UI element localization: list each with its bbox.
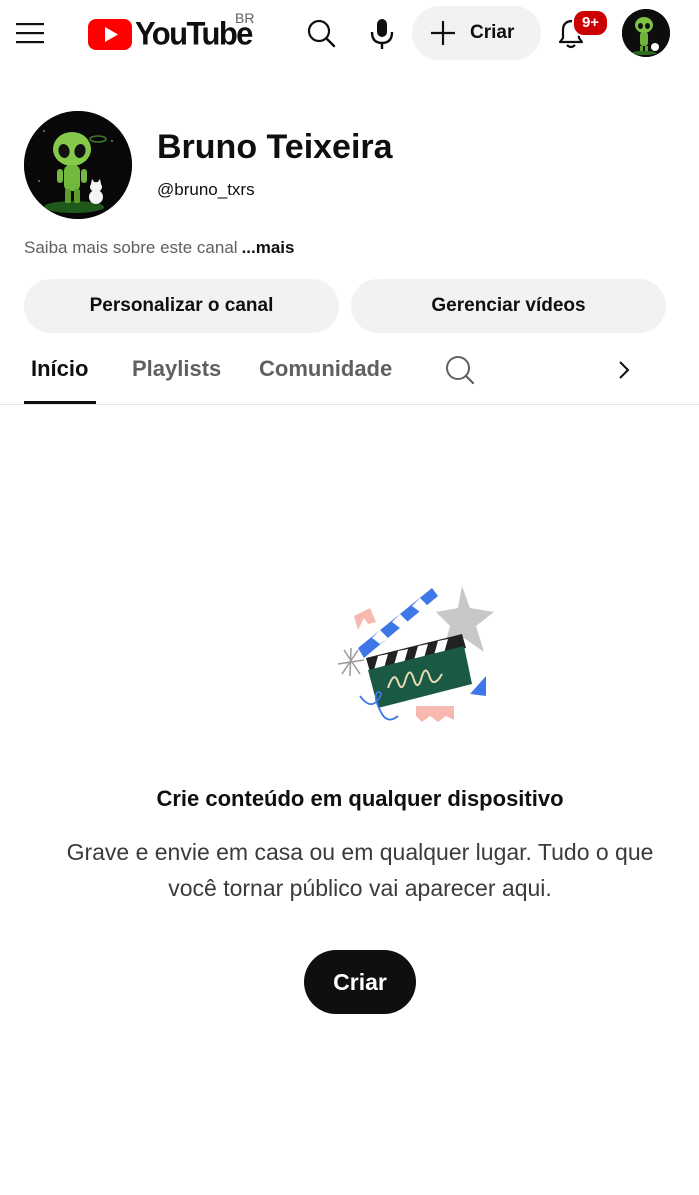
empty-state-create-button[interactable]: Criar <box>304 950 416 1014</box>
search-icon[interactable] <box>444 354 476 386</box>
create-button-label: Criar <box>470 22 515 43</box>
chevron-right-icon[interactable] <box>612 356 636 384</box>
alien-avatar-icon <box>24 111 132 219</box>
mic-icon[interactable] <box>366 16 398 50</box>
region-label: BR <box>235 10 255 26</box>
tab-community[interactable]: Comunidade <box>259 356 392 382</box>
channel-handle: @bruno_txrs <box>157 180 255 199</box>
account-avatar[interactable] <box>622 9 670 57</box>
alien-avatar-icon <box>622 9 670 57</box>
empty-state-title: Crie conteúdo em qualquer dispositivo <box>156 786 564 811</box>
create-button[interactable]: Criar <box>412 6 541 60</box>
clapperboard-illustration <box>337 586 494 722</box>
tab-playlists[interactable]: Playlists <box>132 356 221 382</box>
tab-divider <box>0 404 699 405</box>
youtube-logo[interactable]: YouTube <box>88 14 253 54</box>
plus-icon <box>431 21 455 45</box>
customize-channel-button[interactable]: Personalizar o canal <box>24 279 339 333</box>
empty-state-description: Grave e envie em casa ou em qualquer lug… <box>66 839 654 901</box>
manage-videos-button[interactable]: Gerenciar vídeos <box>351 279 666 333</box>
youtube-play-icon <box>88 18 132 50</box>
search-icon[interactable] <box>305 17 337 49</box>
about-text: Saiba mais sobre este canal <box>24 238 238 257</box>
menu-icon[interactable] <box>14 18 46 48</box>
tab-home[interactable]: Início <box>31 356 88 382</box>
channel-name: Bruno Teixeira <box>157 128 393 166</box>
channel-about[interactable]: Saiba mais sobre este canal ...mais <box>24 238 294 258</box>
channel-avatar[interactable] <box>24 111 132 219</box>
top-app-bar: YouTube BR Criar 9+ <box>0 0 699 66</box>
notification-badge: 9+ <box>572 9 609 37</box>
about-more-link[interactable]: ...mais <box>242 238 295 257</box>
